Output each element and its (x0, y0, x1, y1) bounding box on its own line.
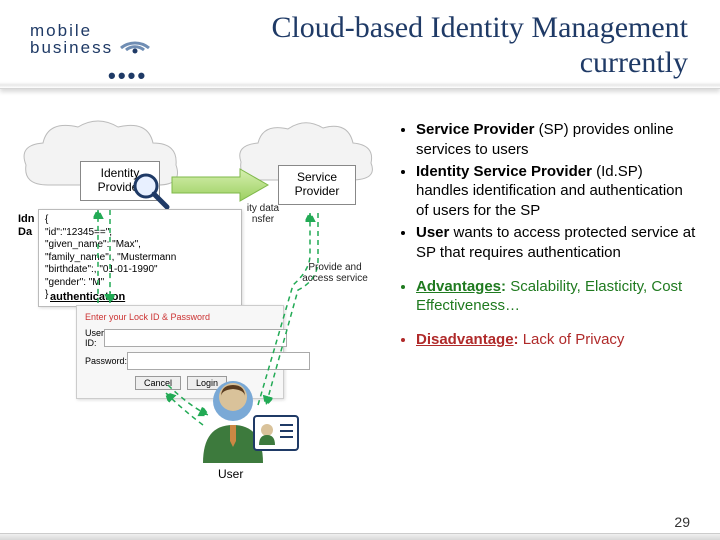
bullet-disadvantage: Disadvantage: Lack of Privacy (416, 330, 698, 350)
term-idsp: Identity Service Provider (416, 163, 592, 180)
bullet-user: User wants to access protected service a… (416, 223, 698, 263)
user-label: User (218, 467, 243, 481)
diagram: Identity Provider Service Provider ity d… (18, 105, 388, 485)
wifi-icon (119, 24, 153, 54)
footer-bar (0, 533, 720, 540)
abbrev-idsp: (Id.SP) (596, 163, 643, 180)
bullet-sp: Service Provider (SP) provides online se… (416, 120, 698, 160)
page-number: 29 (674, 514, 690, 530)
bullet-advantages: Advantages: Scalability, Elasticity, Cos… (416, 277, 698, 317)
disadvantage-label: Disadvantage (416, 331, 514, 348)
advantages-label: Advantages (416, 278, 501, 295)
slide-title: Cloud-based Identity Management currentl… (168, 10, 688, 81)
rest-user: wants to access protected service at SP … (416, 224, 695, 261)
abbrev-sp: (SP) (539, 121, 569, 138)
term-sp: Service Provider (416, 121, 534, 138)
term-user: User (416, 224, 449, 241)
id-badge-icon (253, 415, 299, 451)
logo: mobile business • • • • (30, 22, 153, 56)
logo-dots: • • • • (108, 63, 143, 89)
arrow-label-right: Provide and access service (298, 262, 372, 284)
disadvantage-text: Lack of Privacy (523, 331, 625, 348)
logo-line2: business (30, 39, 113, 56)
bullet-idsp: Identity Service Provider (Id.SP) handle… (416, 162, 698, 221)
logo-line1: mobile (30, 22, 113, 39)
body-text: Service Provider (SP) provides online se… (398, 120, 698, 364)
rest-idsp: handles identification and authenticatio… (416, 182, 683, 219)
